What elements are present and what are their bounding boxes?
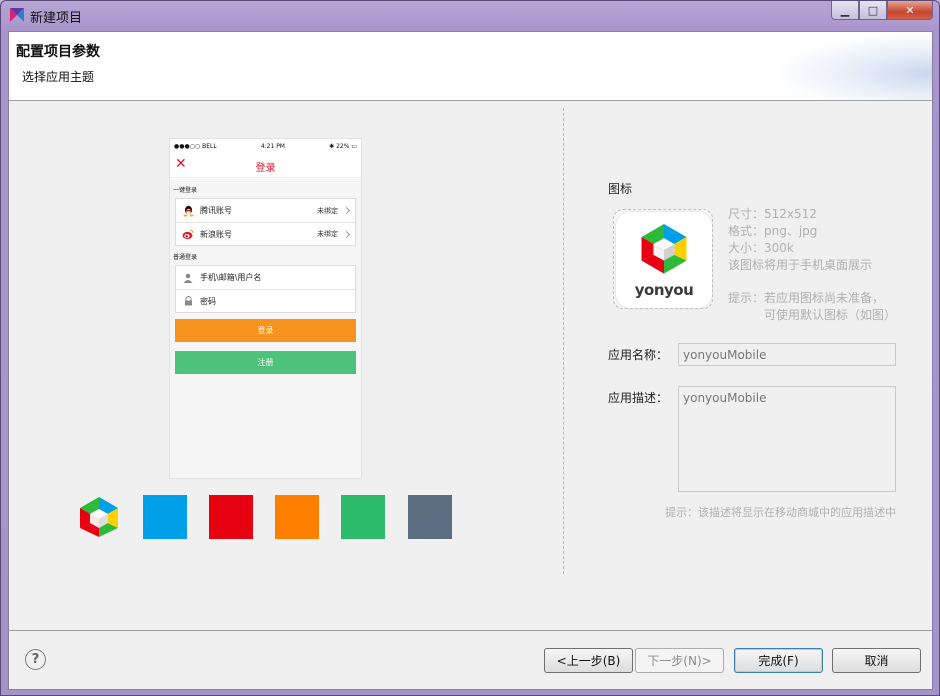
yonyou-logo-icon xyxy=(641,224,687,274)
list-item: 新浪账号 未绑定 xyxy=(176,222,355,245)
wizard-header: 配置项目参数 选择应用主题 xyxy=(9,32,932,101)
icon-section-label: 图标 xyxy=(608,182,633,196)
username-field: 手机\邮箱\用户名 xyxy=(176,266,355,289)
dialog-client: 配置项目参数 选择应用主题 ●●●○○ BELL 4:21 PM ✱ 22% ▭… xyxy=(8,31,933,690)
close-button[interactable]: ✕ xyxy=(887,1,933,20)
lock-icon xyxy=(182,295,194,307)
app-desc-label: 应用描述： xyxy=(608,391,669,405)
username-placeholder: 手机\邮箱\用户名 xyxy=(200,273,262,282)
back-button[interactable]: <上一步(B) xyxy=(544,648,633,673)
weibo-icon xyxy=(182,228,194,240)
theme-swatch-3[interactable] xyxy=(275,495,319,539)
app-icon-preview: yonyou xyxy=(616,212,712,308)
phone-battery: 22% xyxy=(336,142,350,150)
icon-tip-line2: 可使用默认图标（如图） xyxy=(764,308,897,322)
icon-info-size: 尺寸：512x512 xyxy=(728,207,817,221)
app-name-label: 应用名称： xyxy=(608,348,669,362)
app-desc-input[interactable]: yonyouMobile xyxy=(678,386,896,492)
phone-body: 一键登录 腾讯账号 未绑定 新浪账号 未绑定 普通登录 手机\邮箱\用户名 密码… xyxy=(170,179,361,478)
phone-time: 4:21 PM xyxy=(260,142,285,150)
qq-icon xyxy=(182,205,194,217)
footer-divider xyxy=(9,630,932,631)
maximize-icon: □ xyxy=(867,3,879,17)
normal-login-label: 普通登录 xyxy=(173,254,198,261)
row-label: 腾讯账号 xyxy=(200,206,232,215)
close-icon: ✕ xyxy=(905,3,915,17)
icon-brand-text: yonyou xyxy=(634,281,694,299)
row-label: 新浪账号 xyxy=(200,229,232,239)
user-icon xyxy=(182,272,194,284)
phone-nav-title: 登录 xyxy=(255,163,276,174)
window-title: 新建项目 xyxy=(30,11,83,26)
chevron-right-icon xyxy=(342,206,351,215)
title-bar[interactable]: 新建项目 ▁ □ ✕ xyxy=(1,1,939,29)
vertical-divider xyxy=(563,108,564,574)
phone-preview: ●●●○○ BELL 4:21 PM ✱ 22% ▭ ✕ 登录 一键登录 腾讯账… xyxy=(169,138,362,479)
next-button[interactable]: 下一步(N)> xyxy=(635,648,724,673)
theme-swatch-2[interactable] xyxy=(209,495,253,539)
desc-tip: 提示：该描述将显示在移动商城中的应用描述中 xyxy=(665,506,896,519)
quick-login-label: 一键登录 xyxy=(173,187,198,194)
phone-battery-group: ✱ 22% ▭ xyxy=(329,143,357,150)
page-title: 配置项目参数 xyxy=(16,44,100,60)
icon-info: 尺寸：512x512 格式：png、jpg 大小：300k 该图标将用于手机桌面… xyxy=(728,206,872,274)
icon-tip-line1: 提示：若应用图标尚未准备， xyxy=(728,291,885,305)
icon-tip: 提示：若应用图标尚未准备， 可使用默认图标（如图） xyxy=(728,290,896,324)
password-placeholder: 密码 xyxy=(200,296,216,306)
maximize-button[interactable]: □ xyxy=(859,1,887,20)
cancel-button[interactable]: 取消 xyxy=(832,648,921,673)
theme-swatch-default[interactable] xyxy=(77,495,121,539)
row-value: 未绑定 xyxy=(317,230,338,238)
app-name-input[interactable] xyxy=(678,343,896,366)
row-value: 未绑定 xyxy=(317,206,338,215)
phone-status-bar: ●●●○○ BELL 4:21 PM ✱ 22% ▭ xyxy=(170,139,361,153)
phone-login-button: 登录 xyxy=(175,319,356,342)
dialog-window: 新建项目 ▁ □ ✕ 配置项目参数 选择应用主题 ●●●○○ BELL 4:21… xyxy=(0,0,940,696)
icon-info-filesize: 大小：300k xyxy=(728,241,794,255)
minimize-icon: ▁ xyxy=(840,3,850,17)
phone-nav-bar: ✕ 登录 xyxy=(170,153,361,178)
list-item: 腾讯账号 未绑定 xyxy=(176,199,355,222)
app-logo-icon xyxy=(10,8,24,22)
theme-swatch-5[interactable] xyxy=(408,495,452,539)
header-decoration xyxy=(772,32,932,100)
password-field: 密码 xyxy=(176,289,355,312)
theme-swatch-1[interactable] xyxy=(143,495,187,539)
phone-carrier: ●●●○○ BELL xyxy=(174,142,217,150)
icon-info-usage: 该图标将用于手机桌面展示 xyxy=(728,258,873,272)
finish-button[interactable]: 完成(F) xyxy=(734,648,823,673)
normal-login-group: 手机\邮箱\用户名 密码 xyxy=(175,265,356,313)
help-icon[interactable]: ? xyxy=(25,649,46,670)
page-subtitle: 选择应用主题 xyxy=(22,70,95,84)
theme-swatch-4[interactable] xyxy=(341,495,385,539)
chevron-right-icon xyxy=(342,230,351,238)
quick-login-group: 腾讯账号 未绑定 新浪账号 未绑定 xyxy=(175,198,356,246)
icon-info-format: 格式：png、jpg xyxy=(728,224,818,238)
phone-register-button: 注册 xyxy=(175,351,356,374)
app-icon-upload[interactable]: yonyou xyxy=(613,209,713,309)
minimize-button[interactable]: ▁ xyxy=(831,1,859,20)
battery-icon: ▭ xyxy=(349,142,357,150)
